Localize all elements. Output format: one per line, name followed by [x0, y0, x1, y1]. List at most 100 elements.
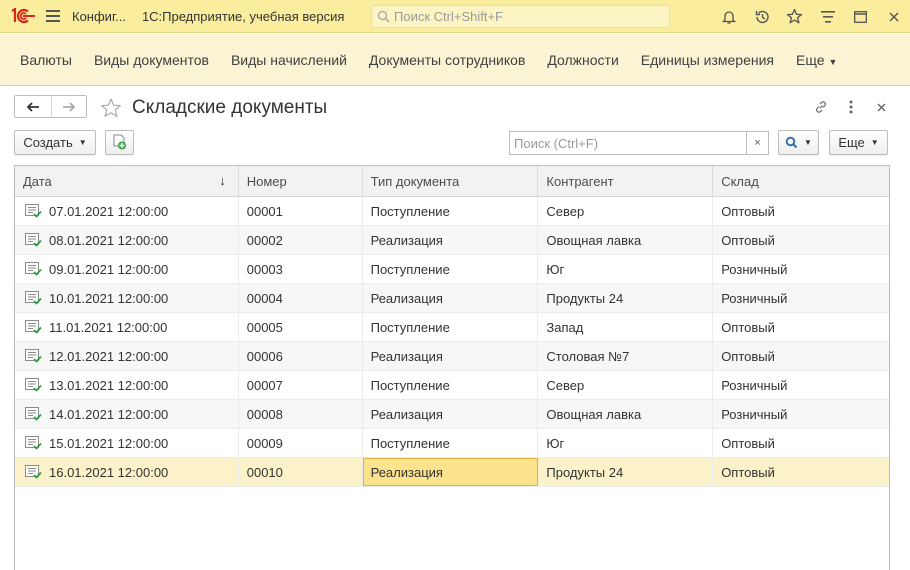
cell-date[interactable]: 14.01.2021 12:00:00: [15, 400, 239, 428]
cell-type[interactable]: Реализация: [363, 400, 539, 428]
clear-search-button[interactable]: ×: [747, 131, 769, 155]
cell-warehouse[interactable]: Оптовый: [713, 458, 889, 486]
table-row[interactable]: 13.01.2021 12:00:00 00007 Поступление Север…: [15, 371, 889, 400]
cell-warehouse[interactable]: Розничный: [713, 284, 889, 312]
cell-number[interactable]: 00001: [239, 197, 363, 225]
cell-warehouse[interactable]: Оптовый: [713, 226, 889, 254]
cell-number[interactable]: 00007: [239, 371, 363, 399]
cell-warehouse[interactable]: Оптовый: [713, 197, 889, 225]
chevron-down-icon: ▼: [78, 138, 87, 147]
table-row[interactable]: 07.01.2021 12:00:00 00001 Поступление Север…: [15, 197, 889, 226]
cell-date[interactable]: 11.01.2021 12:00:00: [15, 313, 239, 341]
cell-counterparty[interactable]: Овощная лавка: [538, 400, 714, 428]
global-search-field[interactable]: Поиск Ctrl+Shift+F: [371, 5, 670, 28]
column-header-date[interactable]: Дата ↓: [15, 166, 239, 197]
column-header-document-type[interactable]: Тип документа: [363, 166, 539, 197]
section-employee-documents[interactable]: Документы сотрудников: [358, 52, 537, 68]
table-row[interactable]: 11.01.2021 12:00:00 00005 Поступление Запад…: [15, 313, 889, 342]
search-input[interactable]: [509, 131, 747, 155]
cell-counterparty[interactable]: Юг: [538, 255, 714, 283]
table-row[interactable]: 15.01.2021 12:00:00 00009 Поступление Юг Опт…: [15, 429, 889, 458]
search-input-field[interactable]: [514, 135, 746, 151]
cell-type[interactable]: Реализация: [363, 284, 539, 312]
cell-number[interactable]: 00008: [239, 400, 363, 428]
section-positions[interactable]: Должности: [536, 52, 629, 68]
cell-type[interactable]: Реализация: [363, 342, 539, 370]
star-icon[interactable]: [778, 0, 811, 33]
cell-number[interactable]: 00009: [239, 429, 363, 457]
link-icon[interactable]: [806, 95, 836, 119]
window-icon[interactable]: [844, 0, 877, 33]
back-button[interactable]: [15, 96, 51, 117]
cell-counterparty[interactable]: Юг: [538, 429, 714, 457]
history-icon[interactable]: [745, 0, 778, 33]
cell-type[interactable]: Поступление: [363, 371, 539, 399]
cell-counterparty[interactable]: Продукты 24: [538, 284, 714, 312]
cell-date[interactable]: 08.01.2021 12:00:00: [15, 226, 239, 254]
section-accrual-types[interactable]: Виды начислений: [220, 52, 358, 68]
favorite-star-icon[interactable]: [98, 95, 124, 121]
cell-date[interactable]: 13.01.2021 12:00:00: [15, 371, 239, 399]
cell-counterparty[interactable]: Север: [538, 371, 714, 399]
section-more-menu[interactable]: Еще ▼: [785, 52, 848, 68]
more-button[interactable]: Еще ▼: [829, 130, 888, 155]
cell-counterparty[interactable]: Продукты 24: [538, 458, 714, 486]
cell-counterparty[interactable]: Столовая №7: [538, 342, 714, 370]
search-options-button[interactable]: ▼: [778, 130, 819, 155]
cell-warehouse[interactable]: Оптовый: [713, 429, 889, 457]
table-row[interactable]: 14.01.2021 12:00:00 00008 Реализация Овощна…: [15, 400, 889, 429]
cell-type[interactable]: Реализация: [362, 458, 539, 486]
close-form-icon[interactable]: [866, 95, 896, 119]
1c-logo-icon[interactable]: [8, 0, 38, 33]
close-icon[interactable]: [877, 0, 910, 33]
cell-counterparty[interactable]: Север: [538, 197, 714, 225]
cell-date[interactable]: 09.01.2021 12:00:00: [15, 255, 239, 283]
cell-number[interactable]: 00004: [239, 284, 363, 312]
configuration-title[interactable]: Конфиг...: [72, 9, 126, 24]
cell-type[interactable]: Реализация: [363, 226, 539, 254]
table-row[interactable]: 12.01.2021 12:00:00 00006 Реализация Столов…: [15, 342, 889, 371]
table-row[interactable]: 08.01.2021 12:00:00 00002 Реализация Овощна…: [15, 226, 889, 255]
cell-counterparty[interactable]: Овощная лавка: [538, 226, 714, 254]
cell-warehouse[interactable]: Оптовый: [713, 313, 889, 341]
cell-number[interactable]: 00003: [239, 255, 363, 283]
cell-type[interactable]: Поступление: [363, 197, 539, 225]
cell-date[interactable]: 07.01.2021 12:00:00: [15, 197, 239, 225]
bell-icon[interactable]: [712, 0, 745, 33]
cell-date[interactable]: 12.01.2021 12:00:00: [15, 342, 239, 370]
column-header-warehouse[interactable]: Склад: [713, 166, 889, 197]
cell-warehouse[interactable]: Розничный: [713, 371, 889, 399]
table-row[interactable]: 10.01.2021 12:00:00 00004 Реализация Продук…: [15, 284, 889, 313]
arrow-left-icon: [26, 101, 39, 112]
cell-number[interactable]: 00006: [239, 342, 363, 370]
arrow-right-icon: [62, 101, 76, 112]
hamburger-menu-icon[interactable]: [38, 0, 68, 33]
cell-date[interactable]: 16.01.2021 12:00:00: [15, 458, 239, 486]
cell-warehouse[interactable]: Оптовый: [713, 342, 889, 370]
cell-type[interactable]: Поступление: [363, 255, 539, 283]
cell-counterparty[interactable]: Запад: [538, 313, 714, 341]
column-header-number[interactable]: Номер: [239, 166, 363, 197]
section-units[interactable]: Единицы измерения: [630, 52, 785, 68]
table-row[interactable]: 16.01.2021 12:00:00 00010 Реализация Продук…: [15, 458, 889, 487]
section-currencies[interactable]: Валюты: [9, 52, 83, 68]
forward-button[interactable]: [50, 96, 87, 117]
funnel-menu-icon[interactable]: [811, 0, 844, 33]
cell-number[interactable]: 00002: [239, 226, 363, 254]
create-copy-button[interactable]: [105, 130, 134, 155]
cell-type[interactable]: Поступление: [363, 313, 539, 341]
table-row[interactable]: 09.01.2021 12:00:00 00003 Поступление Юг Роз…: [15, 255, 889, 284]
page-title: Складские документы: [132, 97, 328, 118]
cell-number[interactable]: 00010: [239, 458, 363, 486]
cell-warehouse[interactable]: Розничный: [713, 400, 889, 428]
cell-date[interactable]: 10.01.2021 12:00:00: [15, 284, 239, 312]
more-vertical-icon[interactable]: [836, 95, 866, 119]
cell-text: Розничный: [721, 377, 788, 393]
cell-date[interactable]: 15.01.2021 12:00:00: [15, 429, 239, 457]
cell-type[interactable]: Поступление: [363, 429, 539, 457]
create-button[interactable]: Создать ▼: [14, 130, 96, 155]
cell-warehouse[interactable]: Розничный: [713, 255, 889, 283]
column-header-counterparty[interactable]: Контрагент: [538, 166, 714, 197]
cell-number[interactable]: 00005: [239, 313, 363, 341]
section-document-types[interactable]: Виды документов: [83, 52, 220, 68]
